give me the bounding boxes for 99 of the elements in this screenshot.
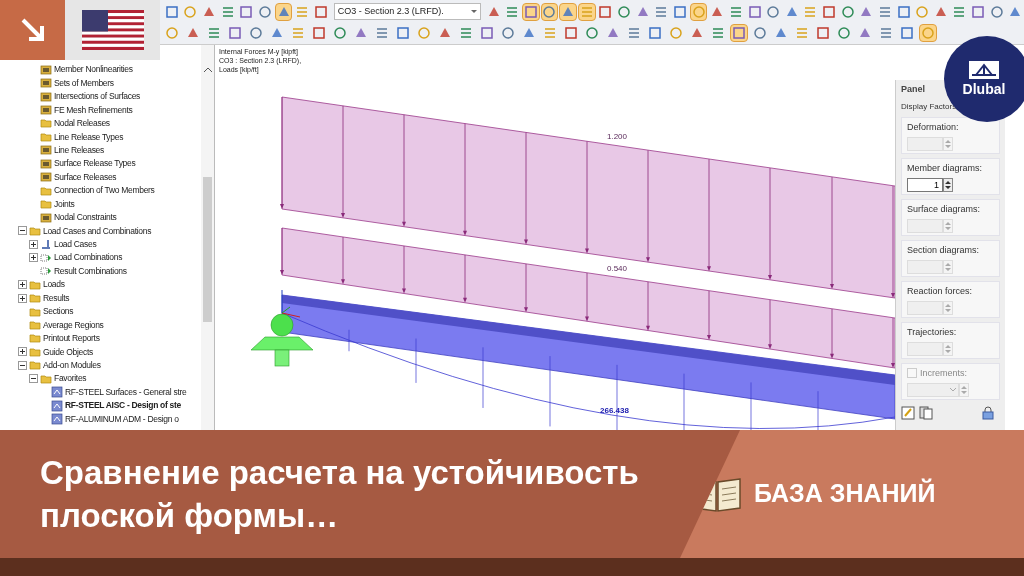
lock-icon[interactable] <box>982 405 994 420</box>
module-icon <box>51 386 63 399</box>
scroll-up-icon[interactable] <box>203 67 212 72</box>
item-icon <box>40 144 52 157</box>
tree-item[interactable]: Add-on Modules <box>43 358 101 372</box>
tree-item[interactable]: Load Cases and Combinations <box>43 224 152 238</box>
tree-item[interactable]: Printout Reports <box>43 332 100 345</box>
folder-icon <box>40 198 52 211</box>
load-value: 1.200 <box>607 132 628 141</box>
banner-title: Сравнение расчета на устойчивость плоской формы… <box>40 453 640 536</box>
folder-icon <box>40 184 52 197</box>
combination-icon <box>40 265 52 278</box>
tree-item[interactable]: Sections <box>43 305 74 318</box>
tree-item[interactable]: Joints <box>54 197 75 211</box>
number-field[interactable]: 1 <box>907 178 943 192</box>
group-label: Deformation: <box>907 120 960 134</box>
tool-icon[interactable] <box>689 2 708 21</box>
module-icon <box>51 399 63 412</box>
tool-icon[interactable] <box>730 23 748 42</box>
tool-icon[interactable] <box>521 2 540 21</box>
group-label: Trajectories: <box>907 325 958 339</box>
caret-icon <box>470 9 477 14</box>
folder-icon <box>29 319 41 332</box>
tree-item[interactable]: Load Combinations <box>54 251 123 265</box>
tree-item[interactable]: Line Release Types <box>54 130 124 144</box>
expand-toggle[interactable] <box>29 253 38 263</box>
item-icon <box>40 211 52 224</box>
group-label: Section diagrams: <box>907 243 981 257</box>
logo-text: Dlubal <box>962 80 1006 98</box>
folder-icon <box>29 332 41 345</box>
group-label: Surface diagrams: <box>907 202 982 216</box>
tool-icon[interactable] <box>274 2 293 21</box>
tree-item[interactable]: Guide Objects <box>43 345 93 359</box>
tree-item[interactable]: Load Cases <box>54 238 97 251</box>
load-case-icon <box>40 238 52 251</box>
module-icon <box>51 413 63 426</box>
tree-item[interactable]: Sets of Members <box>54 76 114 90</box>
tool-icon[interactable] <box>919 23 937 42</box>
tree-item[interactable]: Favorites <box>54 372 87 386</box>
tree-item[interactable]: Loads <box>43 278 65 292</box>
item-icon <box>40 171 52 184</box>
folder-icon <box>29 345 41 358</box>
expand-toggle[interactable] <box>18 293 27 303</box>
tree-item[interactable]: Average Regions <box>43 318 104 332</box>
item-icon <box>40 157 52 170</box>
scrollbar-thumb[interactable] <box>203 177 212 322</box>
tool-icon[interactable] <box>559 2 577 21</box>
tree-item[interactable]: Surface Releases <box>54 170 117 184</box>
tree-item[interactable]: Connection of Two Members <box>54 184 155 198</box>
folder-icon <box>29 224 41 237</box>
panel-subtitle: Display Factors <box>901 100 957 113</box>
load-value: 0.540 <box>607 264 628 273</box>
tree-item[interactable]: Surface Release Types <box>54 157 136 171</box>
item-icon <box>40 90 52 103</box>
group-label: Member diagrams: <box>907 161 984 175</box>
tool-icon[interactable] <box>577 2 596 21</box>
tree-item[interactable]: Nodal Releases <box>54 117 110 130</box>
expand-toggle[interactable] <box>18 347 27 357</box>
collapse-toggle[interactable] <box>18 226 27 236</box>
folder-icon <box>29 359 41 372</box>
collapse-toggle[interactable] <box>18 360 27 370</box>
item-icon <box>40 63 52 76</box>
tree-item[interactable]: RF-STEEL AISC - Design of ste <box>65 399 181 413</box>
group-label: Reaction forces: <box>907 284 974 298</box>
tree-item[interactable]: Results <box>43 291 70 305</box>
caret-icon <box>950 388 956 392</box>
tool-icon[interactable] <box>540 2 559 21</box>
category-label: БАЗА ЗНАНИЙ <box>754 477 936 510</box>
spin-buttons[interactable] <box>943 178 953 192</box>
copy-icon[interactable] <box>919 405 933 420</box>
folder-icon <box>29 278 41 291</box>
tree-item[interactable]: Intersections of Surfaces <box>54 90 141 103</box>
tree-item[interactable]: RF-ALUMINUM ADM - Design o <box>65 412 179 426</box>
tree-item[interactable]: Line Releases <box>54 143 104 157</box>
scrollbar[interactable] <box>201 45 214 430</box>
checkbox-label: Increments: <box>920 366 968 380</box>
dropdown-field[interactable] <box>907 383 959 397</box>
tree-item[interactable]: Member Nonlinearities <box>54 63 133 77</box>
item-icon <box>40 104 52 117</box>
expand-toggle[interactable] <box>18 280 27 290</box>
folder-icon <box>29 292 41 305</box>
tree-item[interactable]: RF-STEEL Surfaces - General stre <box>65 385 187 399</box>
folder-icon <box>40 117 52 130</box>
collapse-toggle[interactable] <box>29 374 38 384</box>
panel-title: Panel <box>901 83 925 96</box>
tree-item[interactable]: FE Mesh Refinements <box>54 103 133 117</box>
moment-value: 266.438 <box>600 406 629 415</box>
bridge-icon <box>968 60 1000 80</box>
tree-item[interactable]: Result Combinations <box>54 264 127 278</box>
folder-icon <box>40 372 52 385</box>
expand-toggle[interactable] <box>29 239 38 249</box>
folder-icon <box>40 130 52 143</box>
flag-icon <box>81 10 144 50</box>
load-combo-box[interactable]: CO3 - Section 2.3 (LRFD). <box>333 3 481 20</box>
edit-icon[interactable] <box>901 405 915 420</box>
item-icon <box>40 77 52 90</box>
tree-item[interactable]: Nodal Constraints <box>54 211 117 224</box>
folder-icon <box>29 305 41 318</box>
combination-icon <box>40 251 52 264</box>
